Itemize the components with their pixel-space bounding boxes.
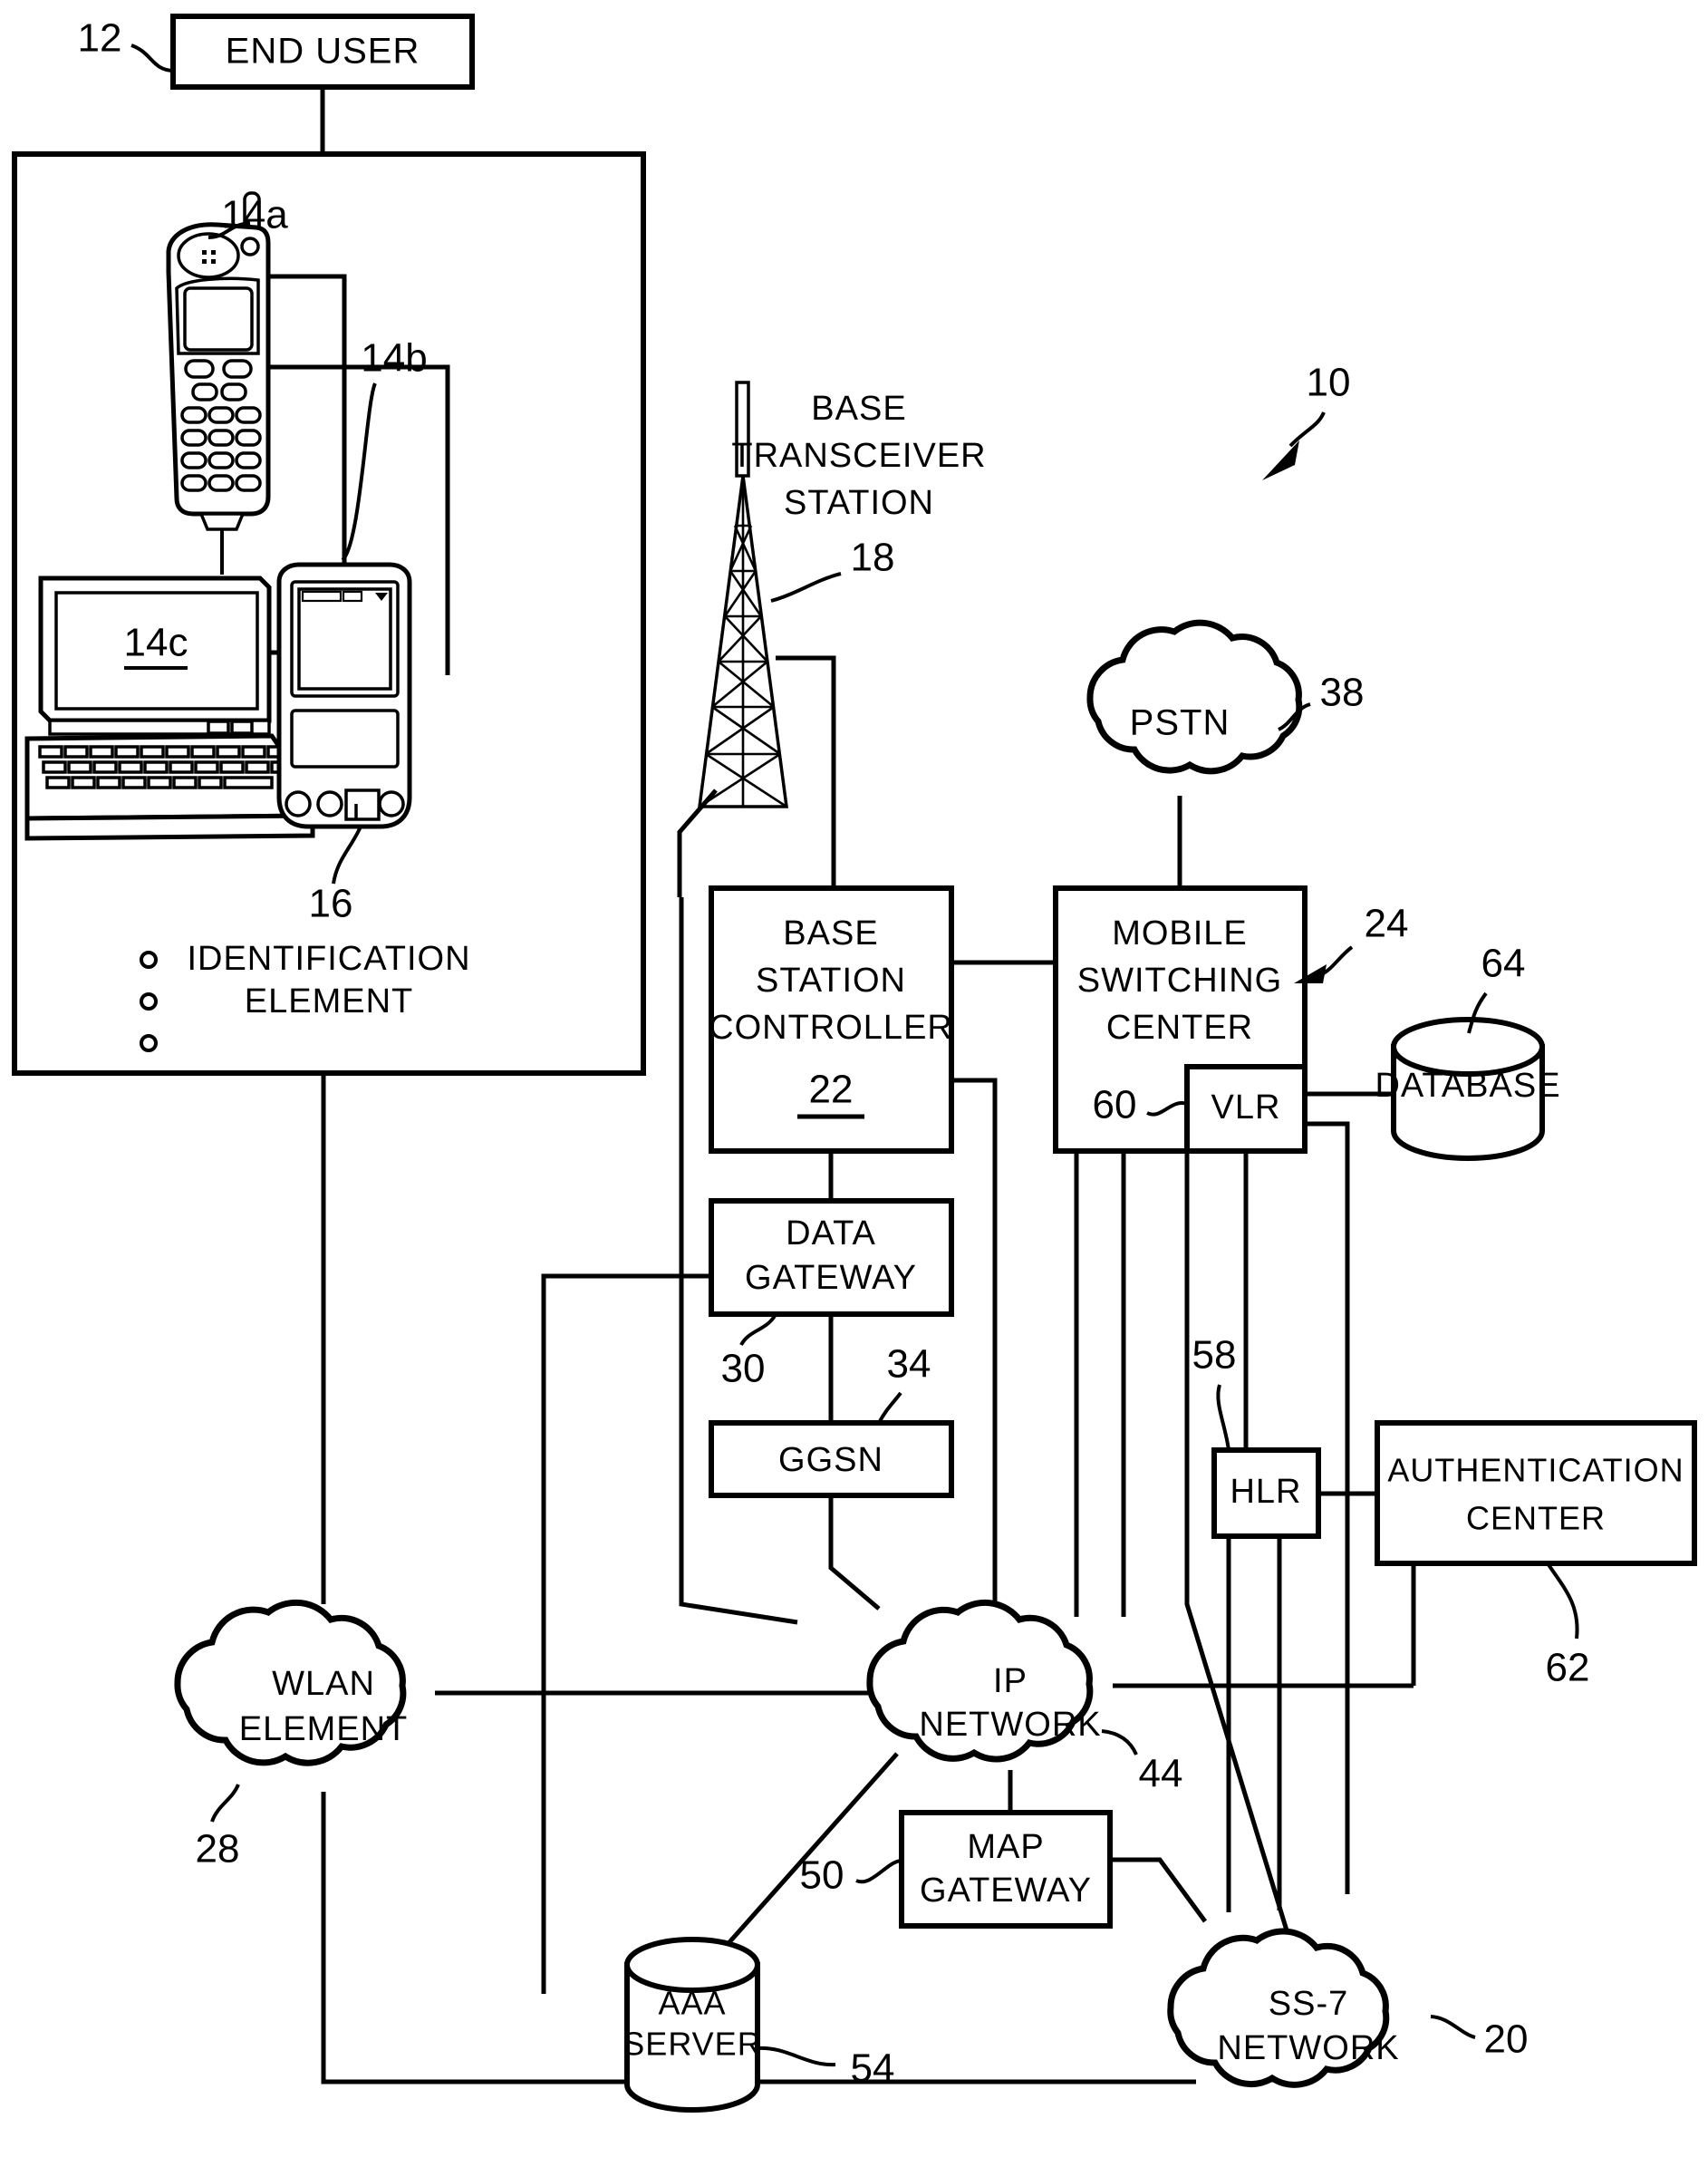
laptop-numeral-14c: 14c xyxy=(124,621,188,665)
numeral-38: 38 xyxy=(1320,671,1365,715)
wire-ggsn-to-ip xyxy=(828,1495,881,1610)
data-gateway-label-line1: DATA xyxy=(786,1214,876,1253)
pda-illustration[interactable] xyxy=(276,562,412,829)
leader-44 xyxy=(1101,1729,1138,1756)
numeral-44: 44 xyxy=(1139,1752,1183,1796)
ss7-label-line2: NETWORK xyxy=(1217,2029,1399,2067)
patent-figure-canvas: END USER 12 14a 14c 14b 16 IDENTIFICATIO… xyxy=(0,0,1708,2157)
auth-center-label-line1: AUTHENTICATION xyxy=(1387,1452,1684,1489)
auth-center-label-line2: CENTER xyxy=(1466,1500,1606,1537)
wire-bsc-to-ip xyxy=(951,1078,998,1622)
bsc-label-line1: BASE xyxy=(783,914,878,953)
numeral-16: 16 xyxy=(309,882,353,926)
network-architecture-diagram: END USER 12 14a 14c 14b 16 IDENTIFICATIO… xyxy=(12,14,1697,2113)
pstn-cloud[interactable] xyxy=(1086,619,1303,775)
aaa-label-line2: SERVER xyxy=(622,2026,761,2063)
msc-label-line1: MOBILE xyxy=(1112,914,1248,953)
leader-10 xyxy=(1288,411,1326,448)
ip-network-label-line2: NETWORK xyxy=(919,1706,1101,1744)
data-gateway-label-line2: GATEWAY xyxy=(745,1259,917,1297)
ss7-label-line1: SS-7 xyxy=(1269,1985,1348,2023)
end-user-label: END USER xyxy=(226,32,420,72)
map-gateway-label-line2: GATEWAY xyxy=(920,1872,1092,1910)
pstn-label: PSTN xyxy=(1130,703,1230,743)
numeral-54: 54 xyxy=(851,2046,895,2091)
msc-label-line3: CENTER xyxy=(1106,1009,1253,1047)
hlr-label: HLR xyxy=(1230,1473,1301,1511)
map-gateway-label-line1: MAP xyxy=(967,1828,1044,1866)
numeral-34: 34 xyxy=(887,1342,931,1387)
leader-34 xyxy=(877,1391,902,1424)
leader-50 xyxy=(855,1859,903,1884)
msc-label-line2: SWITCHING xyxy=(1077,962,1282,1000)
database-label: DATABASE xyxy=(1375,1067,1560,1105)
bsc-label-line2: STATION xyxy=(756,962,906,1000)
laptop-illustration[interactable] xyxy=(24,576,315,841)
wlan-label-line2: ELEMENT xyxy=(239,1710,408,1748)
leader-12 xyxy=(130,44,175,73)
numeral-14b: 14b xyxy=(361,336,427,381)
numeral-20: 20 xyxy=(1484,2017,1529,2062)
leader-58 xyxy=(1216,1384,1230,1451)
bts-label-line2: TRANSCEIVER xyxy=(731,437,986,475)
numeral-10: 10 xyxy=(1307,361,1351,405)
numeral-58: 58 xyxy=(1192,1333,1237,1378)
numeral-60: 60 xyxy=(1093,1083,1137,1127)
numeral-18: 18 xyxy=(851,536,895,580)
bsc-label-line3: CONTROLLER xyxy=(709,1009,953,1047)
leader-54 xyxy=(757,2046,836,2067)
numeral-50: 50 xyxy=(800,1853,844,1898)
authentication-center-box[interactable] xyxy=(1375,1420,1697,1566)
vlr-label: VLR xyxy=(1211,1088,1281,1127)
leader-20 xyxy=(1430,2015,1476,2039)
numeral-22: 22 xyxy=(809,1068,854,1112)
bts-label-line3: STATION xyxy=(784,484,934,522)
bts-label-line1: BASE xyxy=(811,390,906,428)
identification-element-label-line2: ELEMENT xyxy=(245,982,413,1020)
leader-18 xyxy=(770,572,842,603)
wire-datagw-to-aaa-bus xyxy=(541,1273,711,1994)
wire-ip-to-aaa xyxy=(728,1752,899,1944)
leader-30 xyxy=(739,1314,777,1347)
numeral-28: 28 xyxy=(196,1827,240,1872)
wire-msc-to-ss7-1 xyxy=(1184,1151,1289,1931)
numeral-64: 64 xyxy=(1481,942,1526,986)
numeral-12: 12 xyxy=(78,16,122,61)
ggsn-label: GGSN xyxy=(778,1441,883,1479)
numeral-62: 62 xyxy=(1546,1646,1590,1690)
arrowhead-10 xyxy=(1262,440,1299,480)
leader-28 xyxy=(210,1784,240,1823)
numeral-24: 24 xyxy=(1365,902,1409,946)
leader-62 xyxy=(1546,1562,1579,1640)
identification-element-label-line1: IDENTIFICATION xyxy=(187,940,470,978)
numeral-30: 30 xyxy=(721,1347,766,1391)
aaa-label-line1: AAA xyxy=(658,1985,726,2022)
wire-bts-to-bsc-right xyxy=(776,655,836,888)
wlan-label-line1: WLAN xyxy=(272,1665,375,1703)
ip-network-label-line1: IP xyxy=(993,1662,1028,1700)
wire-mapgw-to-ss7 xyxy=(1110,1857,1208,1923)
